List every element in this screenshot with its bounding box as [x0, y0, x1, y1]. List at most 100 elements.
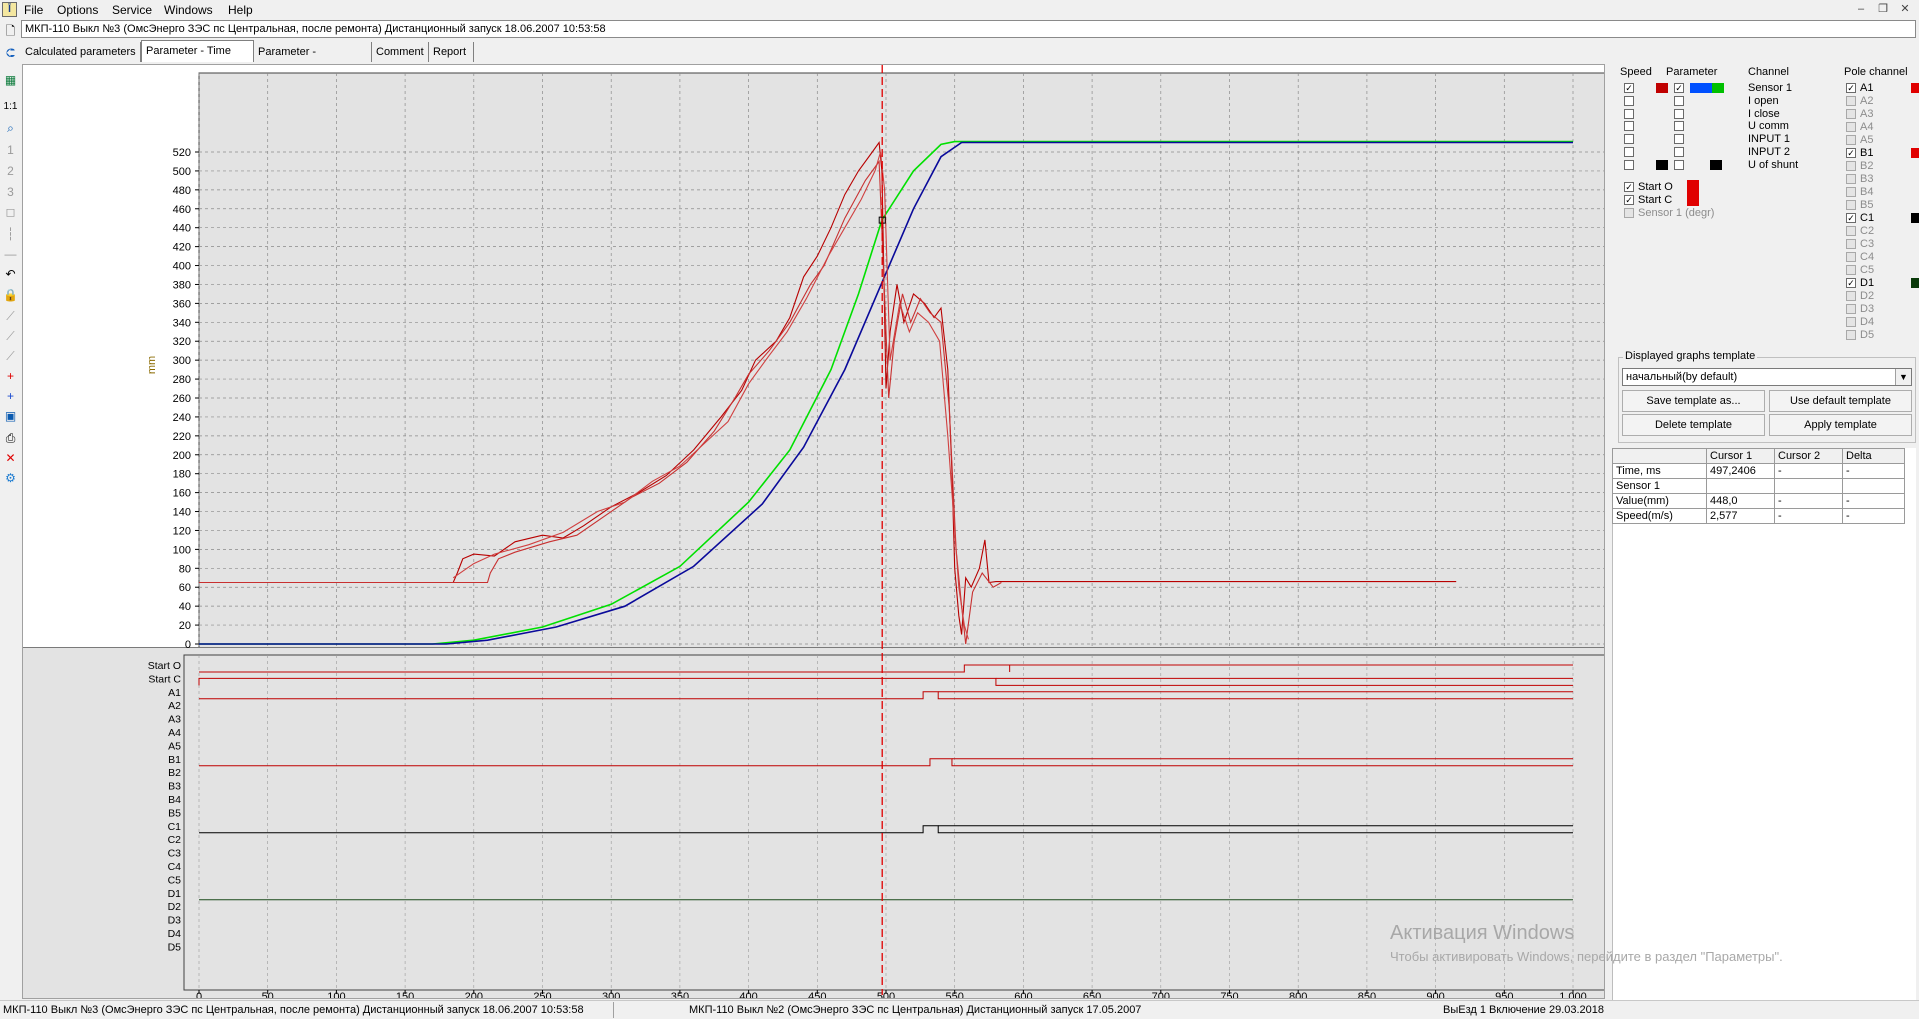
tab-report[interactable]: Report — [429, 42, 474, 62]
parameter-checkbox[interactable] — [1674, 108, 1684, 119]
measure-icon[interactable]: ⟋ — [2, 308, 19, 325]
y-tick-label: 0 — [185, 639, 191, 651]
pole-checkbox[interactable] — [1846, 239, 1856, 249]
new-document-icon[interactable]: 🗋 — [2, 23, 19, 40]
cursor-table-corner — [1612, 448, 1707, 464]
app-icon[interactable]: Ī — [2, 2, 17, 17]
pole-checkbox[interactable] — [1846, 161, 1856, 171]
cursor-1-icon[interactable]: 1 — [2, 142, 19, 159]
save-template-button[interactable]: Save template as... — [1622, 390, 1765, 412]
cursor-2-icon[interactable]: 2 — [2, 163, 19, 180]
pole-checkbox[interactable]: ✓ — [1846, 213, 1856, 223]
speed-checkbox[interactable] — [1624, 121, 1634, 132]
speed-checkbox[interactable]: ✓ — [1624, 83, 1634, 93]
tab-parameter-time[interactable]: Parameter - Time — [141, 40, 254, 62]
pole-checkbox[interactable] — [1846, 135, 1856, 145]
parameter-color-swatch[interactable] — [1690, 83, 1712, 93]
settings-icon[interactable]: ⚙ — [2, 470, 19, 487]
menu-help[interactable]: Help — [228, 3, 253, 17]
pole-checkbox[interactable] — [1846, 304, 1856, 314]
tab-calculated-parameters[interactable]: Calculated parameters — [21, 42, 141, 62]
pole-color-swatch[interactable] — [1911, 83, 1919, 93]
start-checkbox[interactable]: ✓ — [1624, 182, 1634, 192]
speed-checkbox[interactable] — [1624, 108, 1634, 119]
delete-icon[interactable]: ✕ — [2, 450, 19, 467]
apply-template-button[interactable]: Apply template — [1769, 414, 1912, 436]
print-icon[interactable]: ⎙ — [2, 430, 19, 447]
speed-color-swatch[interactable] — [1656, 159, 1668, 170]
pole-color-swatch[interactable] — [1911, 148, 1919, 158]
pole-checkbox[interactable]: ✓ — [1846, 83, 1856, 93]
y-tick-label: 200 — [173, 450, 191, 462]
speed-color-swatch[interactable] — [1656, 83, 1668, 93]
slope-icon[interactable]: ⟋ — [2, 328, 19, 345]
use-default-template-button[interactable]: Use default template — [1769, 390, 1912, 412]
pole-checkbox[interactable] — [1846, 187, 1856, 197]
parameter-color-swatch[interactable] — [1710, 159, 1722, 170]
pole-checkbox[interactable] — [1846, 200, 1856, 210]
pole-checkbox[interactable] — [1846, 226, 1856, 236]
pole-checkbox[interactable] — [1846, 252, 1856, 262]
pole-checkbox[interactable] — [1846, 317, 1856, 327]
lock-icon[interactable]: 🔒 — [2, 287, 19, 304]
pole-checkbox[interactable]: ✓ — [1846, 278, 1856, 288]
pole-checkbox[interactable] — [1846, 291, 1856, 301]
parameter-color-swatch-2[interactable] — [1712, 83, 1724, 93]
red-cross-cursor-icon[interactable]: + — [2, 368, 19, 385]
restore-icon[interactable]: ❐ — [1875, 2, 1891, 16]
speed-checkbox[interactable] — [1624, 95, 1634, 106]
chart-icon[interactable]: ▦ — [2, 72, 19, 89]
vertical-toolbar: 🗋 ⮈ ▦ 1:1 ⌕ 1 2 3 ◻ ┆ — ↶ 🔒 ⟋ ⟋ ⟋ + + ▣ … — [0, 20, 20, 1000]
blue-cross-cursor-icon[interactable]: + — [2, 388, 19, 405]
pole-checkbox[interactable] — [1846, 96, 1856, 106]
open-icon[interactable]: ⮈ — [2, 45, 19, 62]
pole-checkbox[interactable] — [1846, 330, 1856, 340]
menu-file[interactable]: File — [24, 3, 43, 17]
frame-icon[interactable]: ◻ — [2, 204, 19, 221]
parameter-checkbox[interactable] — [1674, 121, 1684, 132]
template-select[interactable]: начальный(by default) ▼ — [1622, 368, 1912, 386]
start-color-swatch[interactable] — [1687, 180, 1699, 193]
vertical-lines-icon[interactable]: ┆ — [2, 226, 19, 243]
x-tick-label: 350 — [671, 991, 689, 998]
delete-template-button[interactable]: Delete template — [1622, 414, 1765, 436]
parameter-checkbox[interactable] — [1674, 147, 1684, 157]
box-select-icon[interactable]: ▣ — [2, 408, 19, 425]
trend-icon[interactable]: ⟋ — [2, 348, 19, 365]
pole-checkbox[interactable] — [1846, 265, 1856, 275]
menu-options[interactable]: Options — [57, 3, 98, 17]
tab-comment[interactable]: Comment — [372, 42, 429, 62]
start-color-swatch[interactable] — [1687, 193, 1699, 206]
parameter-checkbox[interactable] — [1674, 134, 1684, 145]
pole-checkbox[interactable] — [1846, 109, 1856, 119]
parameter-checkbox[interactable]: ✓ — [1674, 83, 1684, 93]
start-checkbox[interactable] — [1624, 208, 1634, 218]
minimize-icon[interactable]: – — [1853, 2, 1869, 16]
status-bar: МКП-110 Выкл №3 (ОмсЭнерго ЗЭС пс Центра… — [0, 1000, 1919, 1019]
menu-windows[interactable]: Windows — [164, 3, 213, 17]
parameter-checkbox[interactable] — [1674, 159, 1684, 170]
scale-1-1-icon[interactable]: 1:1 — [2, 98, 19, 115]
close-icon[interactable]: ✕ — [1897, 2, 1913, 16]
start-checkbox[interactable]: ✓ — [1624, 195, 1634, 205]
pole-checkbox[interactable] — [1846, 122, 1856, 132]
parameter-time-chart[interactable]: 0 20 40 60 80 100 120 140 160 180 200 220 240 260 280 3… — [23, 65, 1604, 998]
chevron-down-icon[interactable]: ▼ — [1895, 369, 1911, 385]
undo-icon[interactable]: ↶ — [2, 266, 19, 283]
table-row: Time, ms 497,2406 - - — [1612, 463, 1905, 479]
cursor-3-icon[interactable]: 3 — [2, 184, 19, 201]
table-row: Speed(m/s) 2,577 - - — [1612, 508, 1905, 524]
pole-color-swatch[interactable] — [1911, 213, 1919, 223]
horizontal-line-icon[interactable]: — — [2, 246, 19, 263]
speed-checkbox[interactable] — [1624, 159, 1634, 170]
pole-color-swatch[interactable] — [1911, 278, 1919, 288]
pole-checkbox[interactable] — [1846, 174, 1856, 184]
zoom-icon[interactable]: ⌕ — [2, 120, 19, 137]
parameter-checkbox[interactable] — [1674, 95, 1684, 106]
menu-service[interactable]: Service — [112, 3, 152, 17]
speed-checkbox[interactable] — [1624, 134, 1634, 145]
plot-area[interactable]: 0 20 40 60 80 100 120 140 160 180 200 220 240 260 280 3… — [22, 64, 1605, 999]
speed-checkbox[interactable] — [1624, 147, 1634, 157]
pole-checkbox[interactable]: ✓ — [1846, 148, 1856, 158]
tab-parameter-parameter[interactable]: Parameter - Parameter — [254, 42, 372, 78]
